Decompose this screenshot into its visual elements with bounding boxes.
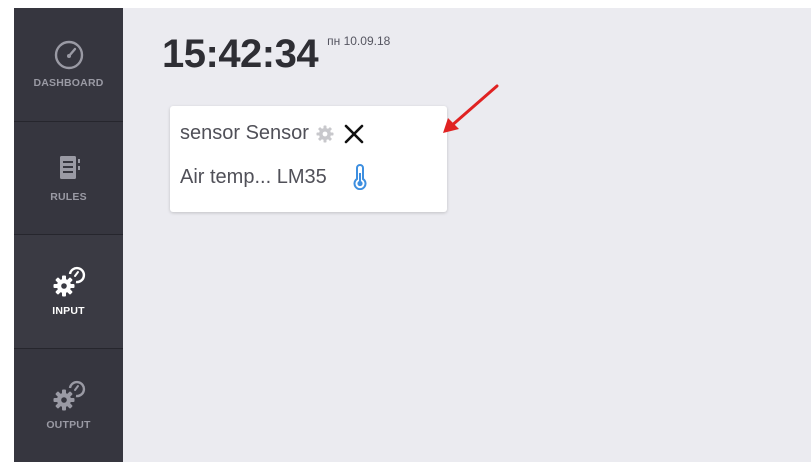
main-panel: 15:42:34 пн 10.09.18 sensor Sensor Air t… [123,8,811,462]
sidebar: DASHBOARD RULES INPUT OUTPUT [14,8,126,462]
sidebar-item-rules[interactable]: RULES [14,122,123,235]
gear-icon[interactable] [315,124,335,144]
gears-icon [51,265,87,299]
clock-time: 15:42:34 [162,32,319,76]
sidebar-item-label: RULES [50,190,87,203]
clock: 15:42:34 пн 10.09.18 [162,32,390,77]
close-icon[interactable] [343,123,365,145]
sidebar-item-label: DASHBOARD [33,77,104,90]
sidebar-item-label: OUTPUT [46,419,91,432]
sensor-card-details: Air temp... LM35 [180,164,369,190]
app-frame: DASHBOARD RULES INPUT OUTPUT 15:42:34 пн… [14,8,811,462]
sensor-card-header: sensor Sensor [180,122,365,145]
thermometer-icon [351,164,369,190]
sidebar-item-input[interactable]: INPUT [14,235,126,349]
sidebar-item-dashboard[interactable]: DASHBOARD [14,8,123,122]
sensor-card[interactable]: sensor Sensor Air temp... LM35 [170,106,447,212]
sensor-title: sensor Sensor [180,122,309,144]
gears-icon [51,379,87,413]
sidebar-item-output[interactable]: OUTPUT [14,349,123,462]
clock-date: пн 10.09.18 [327,34,391,48]
sensor-subtitle: Air temp... LM35 [180,165,327,188]
document-icon [54,153,84,185]
sidebar-item-label: INPUT [52,305,85,318]
speedometer-icon [53,39,85,71]
